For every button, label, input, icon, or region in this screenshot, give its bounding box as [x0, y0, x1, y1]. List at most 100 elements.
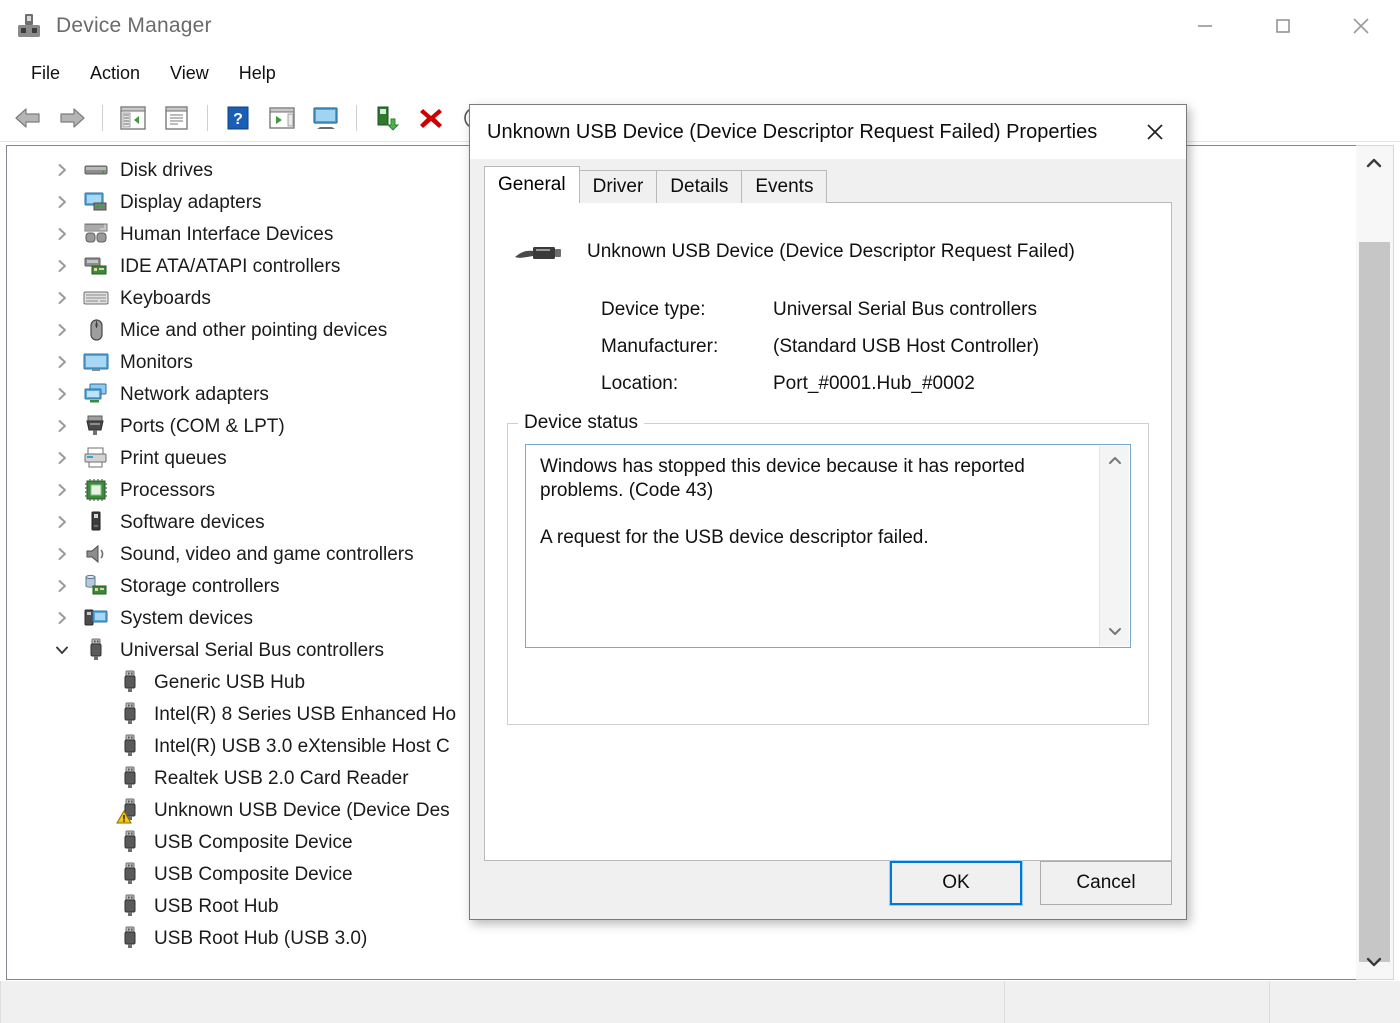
show-hide-console-tree-icon[interactable]	[111, 98, 155, 138]
tree-vertical-scrollbar[interactable]	[1356, 145, 1394, 980]
uninstall-device-icon[interactable]	[409, 98, 453, 138]
tab-general[interactable]: General	[484, 166, 580, 204]
tree-item-label: Intel(R) 8 Series USB Enhanced Ho	[154, 703, 457, 725]
device-status-scrollbar[interactable]	[1099, 446, 1129, 646]
usb-icon	[117, 893, 143, 919]
tree-item-label: Keyboards	[120, 287, 211, 309]
device-manager-icon	[14, 11, 44, 41]
status-scroll-up-icon[interactable]	[1100, 446, 1129, 474]
usb-icon	[83, 637, 109, 663]
scrollbar-thumb[interactable]	[1359, 242, 1390, 962]
dialog-close-button[interactable]	[1124, 105, 1186, 159]
chevron-right-icon[interactable]	[51, 575, 73, 597]
chevron-right-icon[interactable]	[51, 607, 73, 629]
chevron-right-icon[interactable]	[51, 383, 73, 405]
tree-item-label: USB Composite Device	[154, 863, 353, 885]
usb-icon	[117, 925, 143, 951]
chevron-right-icon[interactable]	[51, 287, 73, 309]
tree-item-label: Intel(R) USB 3.0 eXtensible Host C	[154, 735, 450, 757]
back-icon[interactable]	[6, 98, 50, 138]
menu-action[interactable]: Action	[75, 59, 155, 88]
help-icon[interactable]: ?	[216, 98, 260, 138]
cancel-button[interactable]: Cancel	[1040, 861, 1172, 905]
printer-icon	[83, 445, 109, 471]
svg-text:?: ?	[233, 111, 243, 128]
device-status-groupbox: Device status Windows has stopped this d…	[507, 412, 1149, 725]
device-type-row: Device type: Universal Serial Bus contro…	[601, 299, 1149, 321]
window-title: Device Manager	[56, 14, 212, 37]
chevron-right-icon[interactable]	[51, 479, 73, 501]
menubar: File Action View Help	[0, 52, 1400, 94]
scan-for-hardware-changes-icon[interactable]	[260, 98, 304, 138]
ide-controller-icon	[83, 253, 109, 279]
status-bar-section-3	[1270, 981, 1400, 1023]
tab-driver[interactable]: Driver	[578, 170, 658, 203]
processor-icon	[83, 477, 109, 503]
toolbar-separator	[207, 104, 208, 131]
mouse-icon	[83, 317, 109, 343]
tab-details[interactable]: Details	[656, 170, 743, 203]
tree-item-label: Ports (COM & LPT)	[120, 415, 285, 437]
device-status-legend: Device status	[518, 412, 645, 434]
tree-item-label: Processors	[120, 479, 216, 501]
close-button[interactable]	[1322, 0, 1400, 52]
usb-icon	[117, 733, 143, 759]
tree-item-label: Human Interface Devices	[120, 223, 334, 245]
dialog-titlebar: Unknown USB Device (Device Descriptor Re…	[470, 105, 1186, 159]
properties-icon[interactable]	[155, 98, 199, 138]
minimize-button[interactable]	[1166, 0, 1244, 52]
window-controls	[1166, 0, 1400, 52]
window-titlebar: Device Manager	[0, 0, 1400, 52]
forward-icon[interactable]	[50, 98, 94, 138]
tree-item-label: Mice and other pointing devices	[120, 319, 388, 341]
dialog-body: General Driver Details Events Unknown US…	[470, 159, 1186, 919]
usb-icon	[117, 829, 143, 855]
chevron-right-icon[interactable]	[51, 543, 73, 565]
scroll-down-icon[interactable]	[1356, 945, 1392, 979]
chevron-right-icon[interactable]	[51, 255, 73, 277]
chevron-right-icon[interactable]	[51, 511, 73, 533]
enable-device-icon[interactable]	[365, 98, 409, 138]
device-properties-list: Device type: Universal Serial Bus contro…	[601, 299, 1149, 395]
chevron-right-icon[interactable]	[51, 319, 73, 341]
maximize-button[interactable]	[1244, 0, 1322, 52]
tab-page-general: Unknown USB Device (Device Descriptor Re…	[484, 203, 1172, 861]
tree-item-label: Software devices	[120, 511, 265, 533]
usb-icon	[117, 765, 143, 791]
menu-view[interactable]: View	[155, 59, 224, 88]
chevron-right-icon[interactable]	[51, 223, 73, 245]
tree-item-label: Display adapters	[120, 191, 262, 213]
chevron-right-icon[interactable]	[51, 159, 73, 181]
tree-item-label: Generic USB Hub	[154, 671, 306, 693]
tree-item-label: USB Composite Device	[154, 831, 353, 853]
disk-drive-icon	[83, 157, 109, 183]
chevron-right-icon[interactable]	[51, 447, 73, 469]
storage-controller-icon	[83, 573, 109, 599]
tree-item-label: Storage controllers	[120, 575, 280, 597]
scroll-up-icon[interactable]	[1356, 146, 1392, 180]
menu-help[interactable]: Help	[224, 59, 291, 88]
device-manager-window: Device Manager File Action View Help ? D…	[0, 0, 1400, 1023]
chevron-right-icon[interactable]	[51, 415, 73, 437]
tree-item-label: USB Root Hub	[154, 895, 279, 917]
location-label: Location:	[601, 373, 679, 394]
location-row: Location: Port_#0001.Hub_#0002	[601, 373, 1149, 395]
device-name: Unknown USB Device (Device Descriptor Re…	[587, 241, 1075, 262]
chevron-down-icon[interactable]	[51, 639, 73, 661]
device-status-textbox[interactable]: Windows has stopped this device because …	[525, 444, 1131, 648]
usb-icon	[117, 861, 143, 887]
display-adapter-icon	[83, 189, 109, 215]
device-status-line-1: Windows has stopped this device because …	[540, 456, 1025, 502]
chevron-right-icon[interactable]	[51, 351, 73, 373]
update-driver-icon[interactable]	[304, 98, 348, 138]
ok-button[interactable]: OK	[889, 860, 1023, 906]
status-scroll-down-icon[interactable]	[1100, 618, 1129, 646]
chevron-right-icon[interactable]	[51, 191, 73, 213]
tree-item-label: USB Root Hub (USB 3.0)	[154, 927, 368, 949]
tree-item[interactable]: USB Root Hub (USB 3.0)	[7, 922, 1355, 954]
usb-icon	[117, 669, 143, 695]
menu-file[interactable]: File	[16, 59, 75, 88]
tab-events[interactable]: Events	[741, 170, 828, 203]
tree-item-label: IDE ATA/ATAPI controllers	[120, 255, 341, 277]
tree-item-label: Sound, video and game controllers	[120, 543, 414, 565]
